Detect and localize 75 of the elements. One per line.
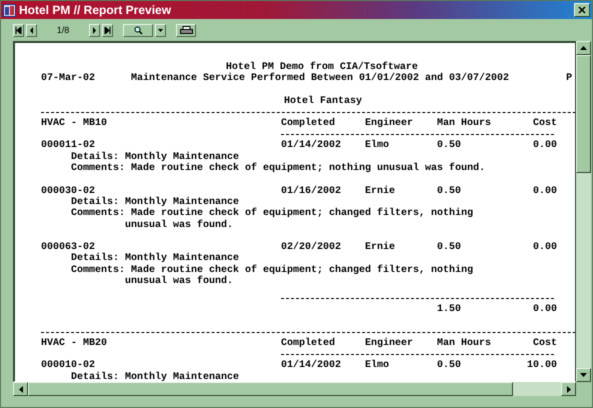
comments-text: unusual was found.: [124, 276, 234, 288]
cost-value: 0.00: [532, 242, 558, 254]
first-page-icon: [15, 26, 22, 34]
details-text: Details: Monthly Maintenance: [70, 372, 240, 381]
page-label: P: [566, 73, 574, 85]
last-page-button[interactable]: [102, 24, 113, 36]
work-order-number: 000011-02: [41, 140, 96, 152]
report-date: 07-Mar-02: [41, 73, 96, 85]
scroll-up-button[interactable]: [576, 41, 591, 55]
up-arrow-icon: [580, 46, 587, 50]
caret-icon: [158, 28, 163, 32]
cost-value: 0.00: [532, 186, 558, 197]
column-header: Engineer: [365, 118, 414, 130]
scrollbar-thumb[interactable]: [576, 55, 591, 173]
report-subtitle: Maintenance Service Performed Between 01/01/2002 and 03/07/2002: [131, 73, 510, 85]
previous-page-icon: [29, 26, 34, 34]
completed-date: 01/14/2002: [281, 360, 342, 372]
hotel-name: Hotel Fantasy: [283, 96, 364, 108]
magnifier-icon: [134, 26, 142, 34]
down-arrow-icon: [580, 373, 587, 377]
last-page-icon: [104, 26, 111, 34]
group-heading: HVAC - MB10: [41, 118, 108, 130]
column-header: Cost: [532, 118, 558, 130]
scroll-down-button[interactable]: [576, 368, 591, 382]
zoom-dropdown-button[interactable]: [155, 24, 166, 36]
zoom-button[interactable]: [123, 24, 153, 36]
right-arrow-icon: [566, 386, 570, 392]
work-order-number: 000063-02: [41, 242, 96, 254]
man-hours-value: 0.50: [437, 242, 462, 254]
cost-value: 0.00: [532, 140, 558, 152]
print-button[interactable]: [176, 24, 196, 36]
scroll-right-button[interactable]: [561, 382, 576, 396]
completed-date: 01/16/2002: [281, 186, 342, 197]
engineer-name: Ernie: [365, 186, 396, 197]
comments-text: Comments: Made routine check of equipment; nothing unusual was found.: [70, 163, 486, 174]
work-order-number: 000030-02: [41, 186, 96, 197]
app-icon: [3, 4, 16, 16]
previous-page-button[interactable]: [26, 24, 37, 36]
column-header: Cost: [532, 338, 558, 350]
column-header: Completed: [281, 338, 336, 350]
total-cost: 0.00: [532, 304, 558, 316]
column-header: Man Hours: [437, 338, 492, 350]
next-page-icon: [92, 26, 97, 34]
printer-icon: [180, 26, 192, 34]
details-text: Details: Monthly Maintenance: [70, 196, 240, 208]
page-indicator: 1/8: [56, 25, 70, 35]
engineer-name: Elmo: [365, 360, 390, 372]
comments-text: Comments: Made routine check of equipment; changed filters, nothing: [70, 208, 474, 220]
details-text: Details: Monthly Maintenance: [70, 152, 240, 163]
man-hours-value: 0.50: [437, 186, 462, 197]
completed-date: 01/14/2002: [281, 140, 342, 152]
left-arrow-icon: [18, 386, 22, 392]
first-page-button[interactable]: [13, 24, 24, 36]
group-heading: HVAC - MB20: [41, 338, 108, 350]
engineer-name: Ernie: [365, 242, 396, 254]
column-header: Completed: [281, 118, 336, 130]
man-hours-value: 0.50: [437, 140, 462, 152]
details-text: Details: Monthly Maintenance: [70, 253, 240, 264]
report-title: Hotel PM Demo from CIA/Tsoftware: [226, 62, 418, 73]
comments-text: unusual was found.: [124, 220, 234, 231]
completed-date: 02/20/2002: [281, 242, 342, 254]
column-header: Engineer: [365, 338, 414, 350]
scrollbar-thumb[interactable]: [28, 382, 513, 396]
engineer-name: Elmo: [365, 140, 390, 152]
scroll-left-button[interactable]: [13, 382, 28, 396]
man-hours-value: 0.50: [437, 360, 462, 372]
window-title: Hotel PM // Report Preview: [19, 3, 172, 17]
close-button[interactable]: [574, 3, 590, 17]
comments-text: Comments: Made routine check of equipment; changed filters, nothing: [70, 264, 474, 276]
next-page-button[interactable]: [89, 24, 100, 36]
column-header: Man Hours: [437, 118, 492, 130]
work-order-number: 000010-02: [41, 360, 96, 372]
cost-value: 10.00: [526, 360, 558, 372]
total-hours: 1.50: [437, 304, 462, 316]
close-icon: [578, 6, 586, 14]
